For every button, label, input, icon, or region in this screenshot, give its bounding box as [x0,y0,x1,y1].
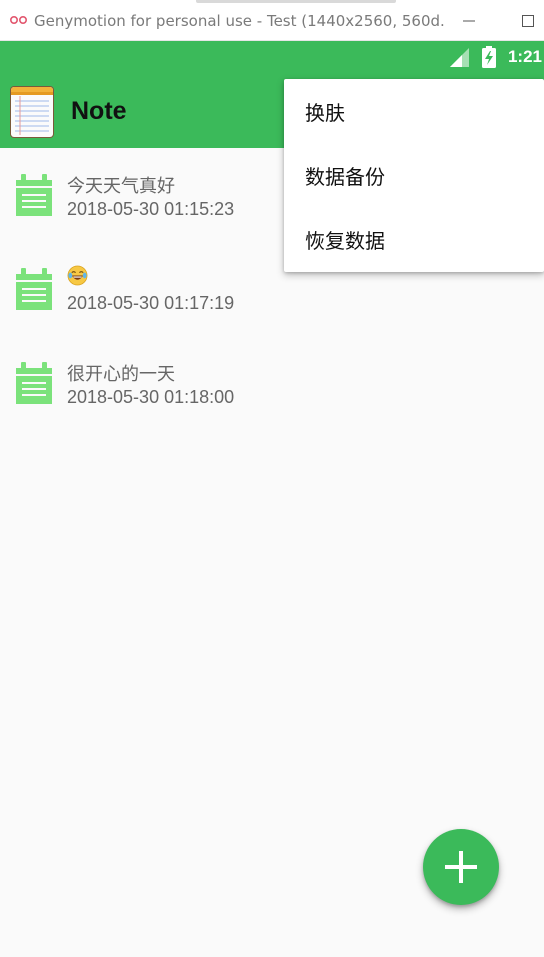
maximize-icon [522,15,534,27]
window-title: Genymotion for personal use - Test (1440… [34,12,444,30]
note-title: 今天天气真好 [67,176,175,197]
app-title: Note [71,97,127,125]
laughing-tears-emoji-icon [67,265,88,285]
minimize-button[interactable] [456,8,482,34]
note-title [67,264,88,286]
notepad-icon [10,86,54,138]
calendar-icon [16,174,52,216]
menu-item-restore-data[interactable]: 恢复数据 [284,207,544,271]
window-top-scrollbar[interactable] [196,0,396,3]
calendar-icon [16,362,52,404]
emulator-titlebar: Genymotion for personal use - Test (1440… [0,0,544,41]
note-date: 2018-05-30 01:17:19 [67,293,235,313]
plus-icon [445,851,477,883]
menu-item-backup-data[interactable]: 数据备份 [284,143,544,207]
minimize-icon [463,20,475,22]
genymotion-logo-icon [10,15,28,25]
note-title: 很开心的一天 [67,364,175,385]
note-list-item[interactable]: 很开心的一天 2018-05-30 01:18:00 [0,336,544,426]
add-note-button[interactable] [423,829,499,905]
note-date: 2018-05-30 01:15:23 [67,199,235,219]
signal-icon [450,48,469,67]
battery-charging-icon [482,46,496,68]
calendar-icon [16,268,52,310]
note-date: 2018-05-30 01:18:00 [67,387,235,407]
maximize-button[interactable] [515,8,541,34]
menu-item-change-skin[interactable]: 换肤 [284,79,544,143]
overflow-menu: 换肤 数据备份 恢复数据 [284,79,544,272]
status-time: 1:21 [507,47,542,66]
